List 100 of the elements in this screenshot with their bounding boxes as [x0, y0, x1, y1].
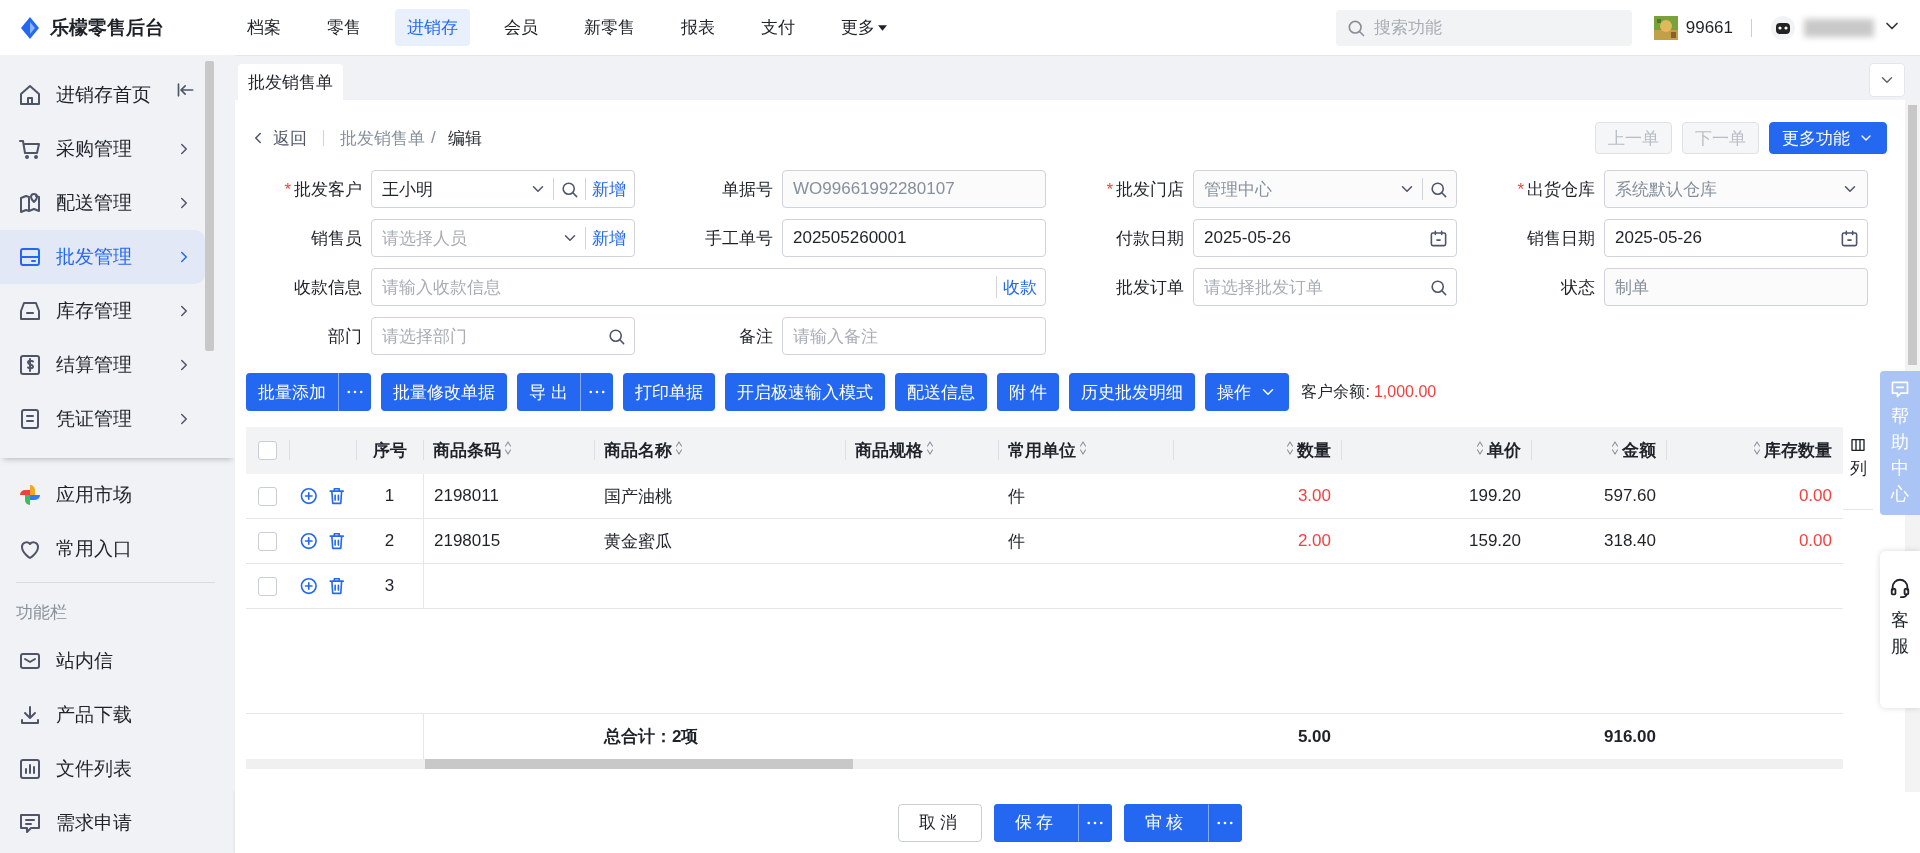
table-cell: 2198011 — [423, 474, 594, 518]
headset-icon — [1889, 577, 1911, 599]
more-icon — [588, 390, 605, 394]
customer-balance: 客户余额: 1,000.00 — [1301, 381, 1437, 402]
more-button[interactable] — [1078, 803, 1112, 842]
add-row-icon[interactable] — [299, 486, 319, 506]
field-label: * 批发门店 — [1105, 178, 1184, 201]
customer-service-button[interactable]: 客服 — [1880, 551, 1920, 708]
sidebar-item[interactable]: 库存管理 — [0, 284, 205, 338]
sidebar-item[interactable]: 应用市场 — [0, 468, 205, 522]
add-row-icon[interactable] — [299, 576, 319, 596]
field-label: 批发订单 — [1115, 276, 1184, 299]
sidebar-item[interactable]: 需求申请 — [0, 796, 205, 850]
toolbar-button[interactable]: 操作 — [1205, 373, 1290, 411]
sidebar-item[interactable]: 采购管理 — [0, 122, 205, 176]
scrollbar-thumb[interactable] — [1908, 105, 1917, 365]
checkbox[interactable] — [258, 576, 277, 596]
add-link[interactable]: 新增 — [592, 226, 626, 250]
nav-tab[interactable]: 会员 — [492, 9, 550, 46]
toolbar-button[interactable]: 历史批发明细 — [1069, 373, 1196, 411]
sidebar-item[interactable]: 文件列表 — [0, 742, 205, 796]
tray-icon — [18, 299, 42, 323]
column-header[interactable]: 商品条码 — [423, 427, 594, 474]
column-header[interactable]: 常用单位 — [998, 427, 1173, 474]
table-cell-text: 3.00 — [1296, 485, 1332, 507]
sidebar-item[interactable]: 产品下载 — [0, 688, 205, 742]
chat-icon — [1890, 379, 1910, 399]
sidebar-item[interactable]: 进销存首页 — [0, 68, 205, 122]
toolbar-button[interactable]: 导 出 — [517, 373, 580, 411]
nav-tab[interactable]: 进销存 — [395, 9, 470, 46]
table-cell-text: 597.60 — [1603, 485, 1657, 507]
add-link[interactable]: 新增 — [592, 177, 626, 201]
field-label: 备注 — [738, 325, 773, 348]
field-label: 销售日期 — [1526, 227, 1595, 250]
sort-icon — [1752, 440, 1762, 456]
collapse-icon — [176, 80, 196, 100]
more-icon — [1087, 820, 1103, 825]
sidebar-item[interactable]: 站内信 — [0, 634, 205, 688]
column-header[interactable]: 数量 — [1173, 427, 1341, 474]
input-field[interactable]: 202505260001 — [782, 219, 1046, 257]
pinwheel-icon — [18, 483, 42, 507]
select-field[interactable]: 请选择人员 新增 — [371, 219, 635, 257]
toolbar-button[interactable]: 附 件 — [996, 373, 1060, 411]
table-cell-text: 黄金蜜瓜 — [603, 530, 673, 553]
sidebar-item[interactable]: 批发管理 — [0, 230, 205, 284]
select-field[interactable]: 王小明 新增 — [371, 170, 635, 208]
document-icon — [18, 407, 42, 431]
footer-button[interactable]: 保存 — [994, 803, 1078, 842]
date-field[interactable]: 2025-05-26 — [1193, 219, 1457, 257]
calendar-icon — [1429, 228, 1448, 248]
field-label: 状态 — [1560, 276, 1595, 299]
column-header[interactable]: 金额 — [1531, 427, 1666, 474]
redacted-username — [1804, 18, 1874, 37]
column-header[interactable]: 商品规格 — [845, 427, 998, 474]
field-label: 单据号 — [721, 178, 773, 201]
toolbar-button[interactable]: 批量修改单据 — [381, 373, 507, 411]
column-settings-button[interactable]: 列 — [1843, 427, 1873, 510]
footer-button[interactable]: 审核 — [1124, 803, 1208, 842]
add-row-icon[interactable] — [299, 531, 319, 551]
toolbar-button[interactable]: 配送信息 — [894, 373, 987, 411]
toolbar-button[interactable]: 打印单据 — [622, 373, 715, 411]
total-cell-text: 5.00 — [1296, 725, 1332, 748]
column-header[interactable]: 商品名称 — [594, 427, 845, 474]
table-cell-text: 1 — [383, 485, 396, 507]
toolbar-button[interactable]: 开启极速输入模式 — [724, 373, 885, 411]
column-header[interactable]: 库存数量 — [1666, 427, 1842, 474]
footer-button[interactable]: 取消 — [898, 803, 982, 842]
more-button[interactable] — [1208, 803, 1242, 842]
nav-tab[interactable]: 档案 — [235, 9, 293, 46]
nav-tab[interactable]: 支付 — [749, 9, 807, 46]
sidebar-item[interactable]: 凭证管理 — [0, 392, 205, 446]
back-link[interactable]: 返回 — [249, 126, 307, 150]
field-label: 销售员 — [310, 227, 362, 250]
collect-link[interactable]: 收款 — [1003, 275, 1037, 299]
more-functions-button[interactable]: 更多功能 — [1769, 122, 1887, 154]
sidebar-item[interactable]: 常用入口 — [0, 522, 205, 576]
nav-tab[interactable]: 报表 — [669, 9, 727, 46]
nav-tab[interactable]: 更多 — [829, 9, 899, 46]
column-header[interactable]: 序号 — [356, 427, 423, 474]
checkbox[interactable] — [258, 486, 277, 506]
toolbar-button[interactable]: 批量添加 — [246, 373, 338, 411]
tabs-menu-button[interactable] — [1869, 63, 1905, 97]
scrollbar-thumb[interactable] — [425, 759, 853, 769]
sort-icon — [925, 440, 935, 456]
date-field[interactable]: 2025-05-26 — [1604, 219, 1868, 257]
nav-tab[interactable]: 新零售 — [572, 9, 647, 46]
input-field[interactable]: 请输入收款信息 收款 — [371, 268, 1046, 306]
sort-icon — [1610, 440, 1620, 456]
robot-avatar-icon[interactable] — [1770, 14, 1796, 41]
total-cell-text: 总合计：2项 — [602, 726, 700, 748]
page-tab[interactable]: 批发销售单 — [238, 64, 343, 100]
checkbox[interactable] — [258, 531, 277, 551]
sidebar-item[interactable]: 结算管理 — [0, 338, 205, 392]
checkbox[interactable] — [258, 441, 277, 460]
section-title: 功能栏 — [15, 602, 68, 624]
sort-icon — [1285, 440, 1295, 456]
nav-tab[interactable]: 零售 — [315, 9, 373, 46]
sidebar-item[interactable]: 配送管理 — [0, 176, 205, 230]
scrollbar-thumb[interactable] — [205, 61, 214, 351]
column-header[interactable]: 单价 — [1341, 427, 1531, 474]
